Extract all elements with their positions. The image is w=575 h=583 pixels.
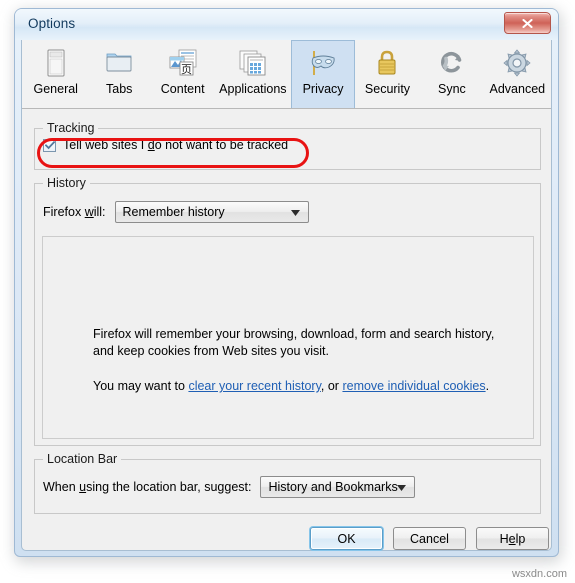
history-group-legend: History	[43, 176, 90, 190]
do-not-track-label: Tell web sites I do not want to be track…	[63, 138, 288, 152]
location-bar-suggest-dropdown[interactable]: History and Bookmarks	[260, 476, 416, 498]
history-group: History Firefox will: Remember history F…	[34, 176, 541, 446]
tab-general[interactable]: General	[24, 40, 87, 108]
location-bar-suggest-value: History and Bookmarks	[268, 480, 398, 494]
site-watermark: wsxdn.com	[511, 568, 567, 580]
mask-icon	[306, 46, 340, 80]
content-page-icon: 页	[166, 46, 200, 80]
help-button[interactable]: He lp	[476, 527, 549, 550]
tab-sync[interactable]: Sync	[420, 40, 483, 108]
ok-button[interactable]: OK	[310, 527, 383, 550]
links-text-2: , or	[320, 379, 343, 393]
location-bar-suggest-label: When using the location bar, suggest:	[43, 480, 251, 494]
sync-arrows-icon	[435, 46, 469, 80]
tab-privacy[interactable]: Privacy	[291, 40, 355, 108]
close-x-glyph	[522, 18, 533, 28]
location-bar-suggest-row: When using the location bar, suggest: Hi…	[43, 476, 416, 498]
dialog-client-area: General Tabs 页 Content Applications Priv…	[21, 40, 552, 551]
location-bar-group: Location Bar When using the location bar…	[34, 452, 541, 514]
history-description-paragraph: Firefox will remember your browsing, dow…	[93, 327, 495, 358]
clear-recent-history-link[interactable]: clear your recent history	[188, 379, 320, 393]
checkmark-icon	[44, 140, 55, 149]
options-dialog-window: Options General Tabs 页 Content Applicati…	[14, 8, 559, 557]
tab-label: Privacy	[302, 82, 344, 96]
firefox-will-dropdown[interactable]: Remember history	[114, 201, 309, 223]
links-text-3: .	[485, 379, 490, 393]
remove-individual-cookies-link[interactable]: remove individual cookies	[342, 379, 485, 393]
window-pane-icon	[39, 46, 73, 80]
folder-icon	[102, 46, 136, 80]
firefox-will-dropdown-value: Remember history	[122, 205, 225, 219]
lb-text-1: When	[43, 480, 80, 494]
tracking-group-legend: Tracking	[43, 121, 99, 135]
fw-text-1: Firefox	[43, 205, 85, 219]
help-text-2: lp	[515, 531, 526, 546]
help-text-1: H	[499, 531, 509, 546]
history-description-panel: Firefox will remember your browsing, dow…	[42, 236, 534, 439]
chevron-down-icon	[397, 478, 407, 496]
tab-label: Applications	[219, 82, 287, 96]
cancel-button[interactable]: Cancel	[393, 527, 466, 550]
tab-label: Advanced	[489, 82, 546, 96]
tab-label: General	[33, 82, 78, 96]
links-text-1: You may want to	[93, 379, 189, 393]
tab-label: Tabs	[106, 82, 133, 96]
tab-advanced[interactable]: Advanced	[484, 40, 551, 108]
applications-icon	[236, 46, 270, 80]
tab-security[interactable]: Security	[355, 40, 420, 108]
lb-text-2: sing the location bar, suggest:	[86, 480, 252, 494]
tab-label: Sync	[438, 82, 466, 96]
chevron-down-icon	[290, 203, 300, 221]
firefox-will-row: Firefox will: Remember history	[43, 201, 309, 223]
location-bar-group-legend: Location Bar	[43, 452, 122, 466]
fw-accesskey: w	[84, 205, 94, 219]
title-bar: Options	[15, 9, 558, 40]
firefox-will-label: Firefox will:	[43, 205, 106, 219]
options-tab-strip: General Tabs 页 Content Applications Priv…	[22, 40, 551, 109]
do-not-track-checkbox[interactable]	[43, 138, 56, 152]
desktop-background: Options General Tabs 页 Content Applicati…	[0, 0, 575, 583]
close-icon[interactable]	[504, 12, 551, 34]
window-title: Options	[28, 16, 76, 31]
fw-text-2: ill:	[93, 205, 106, 219]
tracking-group: Tracking Tell web sites I do not want to…	[34, 121, 541, 170]
tab-label: Security	[364, 82, 411, 96]
tab-tabs[interactable]: Tabs	[87, 40, 150, 108]
help-accesskey: e	[508, 531, 516, 546]
tab-applications[interactable]: Applications	[214, 40, 291, 108]
tab-content[interactable]: 页 Content	[151, 40, 214, 108]
svg-text:页: 页	[181, 63, 192, 76]
history-links-paragraph: You may want to clear your recent histor…	[93, 378, 513, 395]
gear-icon	[500, 46, 534, 80]
dnt-text-1: Tell web sites I	[63, 138, 148, 152]
do-not-track-checkbox-row[interactable]: Tell web sites I do not want to be track…	[43, 138, 288, 152]
tab-label: Content	[160, 82, 205, 96]
dnt-accesskey: d	[147, 138, 155, 152]
padlock-icon	[370, 46, 404, 80]
dnt-text-2: o not want to be tracked	[154, 138, 289, 152]
